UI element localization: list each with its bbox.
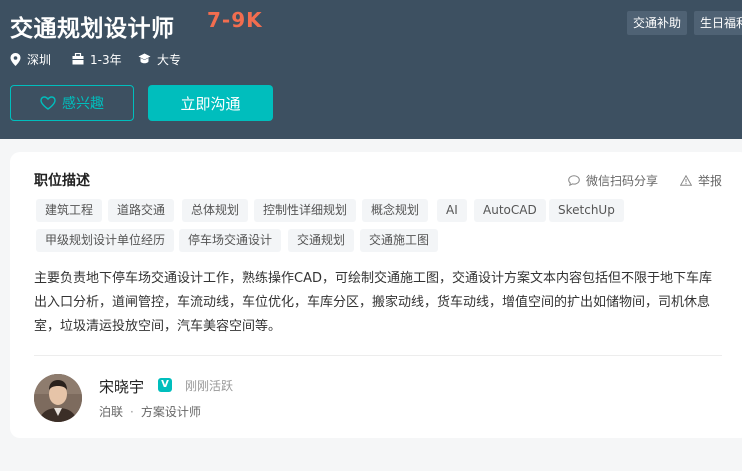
skill-tag: 交通施工图 bbox=[360, 229, 439, 252]
benefit-tag: 生日福利 bbox=[694, 11, 742, 35]
salary: 7-9K bbox=[207, 8, 263, 32]
recruiter-avatar[interactable] bbox=[34, 374, 82, 422]
divider bbox=[34, 355, 722, 356]
share-label: 微信扫码分享 bbox=[586, 174, 659, 188]
job-header: 交通规划设计师 7-9K 交通补助 生日福利 深圳 1-3年 大专 感兴趣 立即… bbox=[0, 0, 742, 139]
skill-tag: SketchUp bbox=[549, 199, 624, 222]
benefit-tag: 交通补助 bbox=[627, 11, 688, 35]
skill-tag: 总体规划 bbox=[182, 199, 249, 222]
skill-tag: 道路交通 bbox=[108, 199, 175, 222]
job-description-text: 主要负责地下停车场交通设计工作，熟练操作CAD，可绘制交通施工图，交通设计方案文… bbox=[34, 271, 712, 334]
location-pin-icon bbox=[10, 52, 21, 66]
skill-tag: AutoCAD bbox=[474, 199, 546, 222]
graduation-cap-icon bbox=[138, 53, 151, 64]
active-status: 刚刚活跃 bbox=[185, 379, 234, 393]
warning-icon bbox=[680, 175, 692, 186]
skill-tag: 建筑工程 bbox=[36, 199, 103, 222]
company-name: 泊联 bbox=[99, 405, 124, 419]
interest-button[interactable]: 感兴趣 bbox=[10, 85, 134, 121]
education-info: 大专 bbox=[138, 50, 181, 68]
job-description-card: 职位描述 微信扫码分享 举报 建筑工程 道路交通 总体规划 控制性详细规划 概念… bbox=[10, 152, 742, 438]
education-text: 大专 bbox=[157, 52, 182, 67]
skill-tag: 交通规划 bbox=[288, 229, 355, 252]
skill-tag: 停车场交通设计 bbox=[179, 229, 282, 252]
separator: · bbox=[130, 405, 134, 419]
skill-tag: 甲级规划设计单位经历 bbox=[36, 229, 175, 252]
experience-text: 1-3年 bbox=[90, 52, 122, 67]
skill-tag: AI bbox=[437, 199, 467, 222]
recruiter-name: 宋晓宇 bbox=[99, 378, 145, 396]
chat-bubble-icon bbox=[568, 175, 580, 186]
verified-icon: V bbox=[158, 378, 172, 392]
skill-tag: 概念规划 bbox=[362, 199, 429, 222]
recruiter-position: 方案设计师 bbox=[140, 405, 201, 419]
chat-now-button[interactable]: 立即沟通 bbox=[148, 85, 273, 121]
job-title: 交通规划设计师 bbox=[10, 16, 175, 42]
recruiter-company-info: 泊联 · 方案设计师 bbox=[99, 403, 201, 420]
heart-icon bbox=[40, 96, 56, 110]
location-text: 深圳 bbox=[27, 52, 52, 67]
section-title: 职位描述 bbox=[34, 173, 90, 189]
skill-tag: 控制性详细规划 bbox=[254, 199, 357, 222]
briefcase-icon bbox=[72, 53, 84, 65]
location-info: 深圳 bbox=[10, 50, 51, 68]
report-label: 举报 bbox=[698, 174, 723, 188]
wechat-share-link[interactable]: 微信扫码分享 bbox=[568, 172, 658, 189]
report-link[interactable]: 举报 bbox=[680, 172, 722, 189]
experience-info: 1-3年 bbox=[72, 50, 122, 68]
interest-label: 感兴趣 bbox=[62, 96, 104, 112]
